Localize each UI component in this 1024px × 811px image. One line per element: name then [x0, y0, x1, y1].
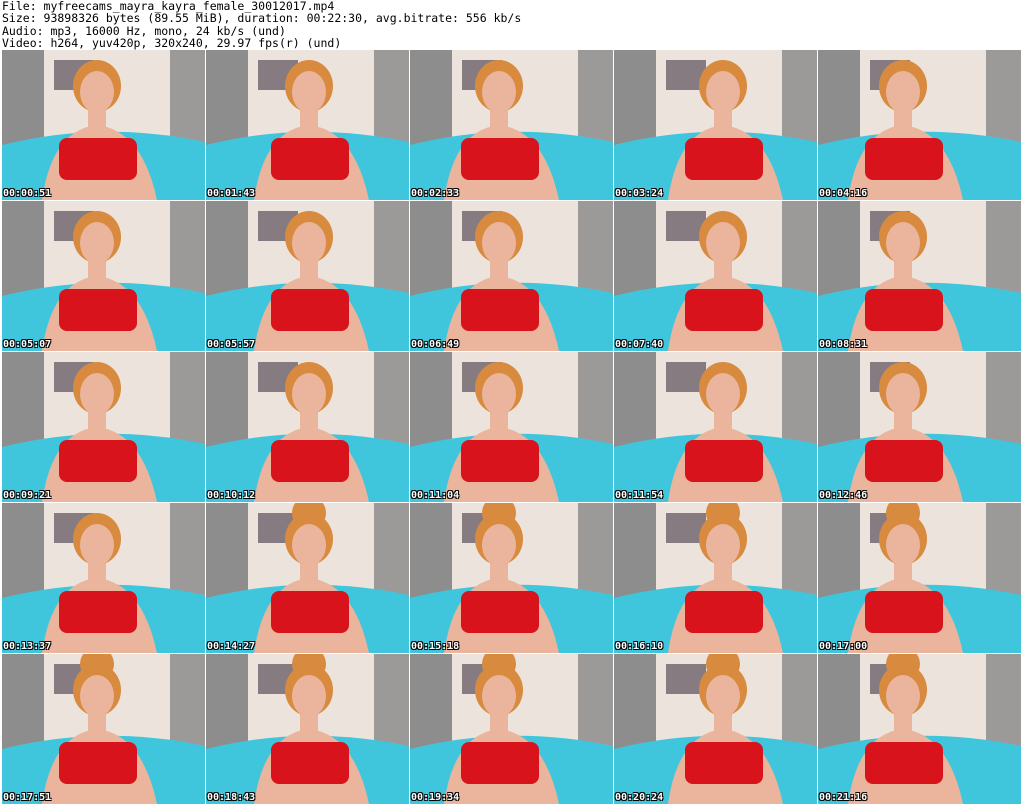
video-frame-image	[410, 50, 613, 200]
video-thumbnail: 00:17:51	[2, 654, 205, 804]
video-frame-image	[818, 201, 1021, 351]
thumbnail-timestamp: 00:21:16	[819, 792, 868, 803]
video-frame-image	[206, 654, 409, 804]
video-thumbnail: 00:05:57	[206, 201, 409, 351]
video-frame-image	[818, 503, 1021, 653]
video-frame-image	[2, 654, 205, 804]
video-frame-image	[206, 352, 409, 502]
thumbnail-timestamp: 00:14:27	[207, 641, 256, 652]
thumbnail-timestamp: 00:10:12	[207, 490, 256, 501]
video-thumbnail: 00:16:10	[614, 503, 817, 653]
video-thumbnail: 00:12:46	[818, 352, 1021, 502]
video-thumbnail: 00:14:27	[206, 503, 409, 653]
video-frame-image	[614, 50, 817, 200]
video-thumbnail: 00:17:00	[818, 503, 1021, 653]
video-thumbnail: 00:04:16	[818, 50, 1021, 200]
thumbnail-timestamp: 00:15:18	[411, 641, 460, 652]
video-frame-image	[818, 352, 1021, 502]
video-thumbnail: 00:09:21	[2, 352, 205, 502]
thumbnail-timestamp: 00:19:34	[411, 792, 460, 803]
video-frame-image	[614, 201, 817, 351]
video-thumbnail: 00:06:49	[410, 201, 613, 351]
thumbnail-timestamp: 00:08:31	[819, 339, 868, 350]
thumbnail-timestamp: 00:13:37	[3, 641, 52, 652]
video-thumbnail: 00:00:51	[2, 50, 205, 200]
video-thumbnail: 00:13:37	[2, 503, 205, 653]
thumbnail-timestamp: 00:02:33	[411, 188, 460, 199]
video-info-line: Video: h264, yuv420p, 320x240, 29.97 fps…	[2, 35, 342, 50]
video-frame-image	[818, 654, 1021, 804]
video-frame-image	[818, 50, 1021, 200]
thumbnail-timestamp: 00:11:54	[615, 490, 664, 501]
video-frame-image	[410, 201, 613, 351]
thumbnail-timestamp: 00:03:24	[615, 188, 664, 199]
thumbnail-timestamp: 00:11:04	[411, 490, 460, 501]
video-thumbnail: 00:19:34	[410, 654, 613, 804]
thumbnail-timestamp: 00:04:16	[819, 188, 868, 199]
video-thumbnail: 00:02:33	[410, 50, 613, 200]
thumbnail-timestamp: 00:05:57	[207, 339, 256, 350]
video-frame-image	[206, 50, 409, 200]
video-frame-image	[410, 352, 613, 502]
thumbnail-timestamp: 00:18:43	[207, 792, 256, 803]
video-thumbnail: 00:18:43	[206, 654, 409, 804]
video-thumbnail: 00:05:07	[2, 201, 205, 351]
thumbnail-timestamp: 00:17:00	[819, 641, 868, 652]
video-frame-image	[614, 352, 817, 502]
video-thumbnail: 00:10:12	[206, 352, 409, 502]
video-thumbnail: 00:01:43	[206, 50, 409, 200]
thumbnail-timestamp: 00:06:49	[411, 339, 460, 350]
video-frame-image	[206, 503, 409, 653]
video-frame-image	[410, 503, 613, 653]
thumbnail-timestamp: 00:20:24	[615, 792, 664, 803]
video-thumbnail: 00:11:04	[410, 352, 613, 502]
thumbnail-timestamp: 00:16:10	[615, 641, 664, 652]
video-frame-image	[410, 654, 613, 804]
thumbnail-timestamp: 00:09:21	[3, 490, 52, 501]
video-thumbnail: 00:20:24	[614, 654, 817, 804]
video-frame-image	[206, 201, 409, 351]
video-thumbnail: 00:21:16	[818, 654, 1021, 804]
video-thumbnail: 00:11:54	[614, 352, 817, 502]
thumbnail-timestamp: 00:12:46	[819, 490, 868, 501]
video-thumbnail: 00:08:31	[818, 201, 1021, 351]
video-frame-image	[2, 503, 205, 653]
video-thumbnail: 00:03:24	[614, 50, 817, 200]
thumbnail-timestamp: 00:05:07	[3, 339, 52, 350]
thumbnail-timestamp: 00:07:40	[615, 339, 664, 350]
video-frame-image	[2, 352, 205, 502]
file-info-header: File: myfreecams_mayra_kayra_female_3001…	[0, 0, 1024, 50]
video-frame-image	[2, 201, 205, 351]
thumbnail-timestamp: 00:17:51	[3, 792, 52, 803]
video-thumbnail: 00:07:40	[614, 201, 817, 351]
video-thumbnail: 00:15:18	[410, 503, 613, 653]
video-frame-image	[2, 50, 205, 200]
thumbnail-timestamp: 00:00:51	[3, 188, 52, 199]
video-frame-image	[614, 654, 817, 804]
thumbnail-timestamp: 00:01:43	[207, 188, 256, 199]
video-frame-image	[614, 503, 817, 653]
thumbnail-grid: 00:00:51 00:01:43 00:02:33 00:03:24 00:0…	[2, 50, 1024, 810]
file-size-line: Size: 93898326 bytes (89.55 MiB), durati…	[2, 11, 522, 26]
